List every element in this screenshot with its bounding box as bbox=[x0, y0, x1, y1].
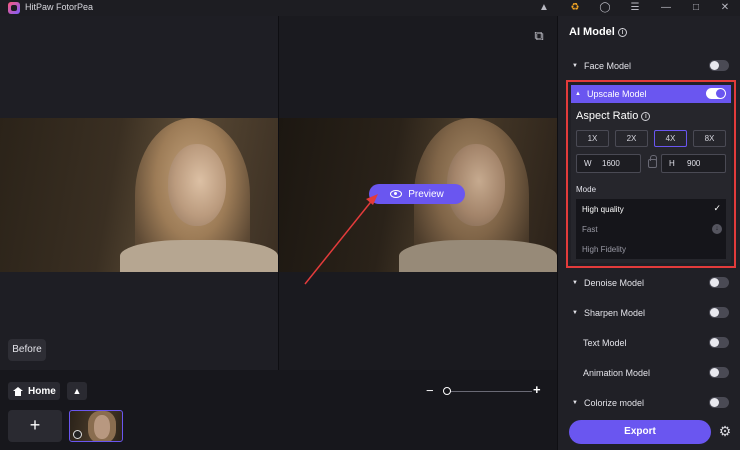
crop-icon[interactable]: ⧉ bbox=[531, 28, 547, 44]
menu-icon[interactable]: ☰ bbox=[626, 1, 644, 15]
mode-fast-label: Fast bbox=[582, 224, 598, 234]
animation-model-row[interactable]: Animation Model bbox=[558, 363, 740, 383]
upscale-settings: Aspect Ratio i 1X 2X 4X 8X W 1600 H 900 M… bbox=[571, 103, 731, 263]
maximize-icon[interactable]: □ bbox=[687, 1, 705, 15]
ratio-1x-button[interactable]: 1X bbox=[576, 130, 609, 147]
zoom-out-button[interactable]: − bbox=[426, 384, 434, 397]
before-button[interactable]: Before bbox=[8, 339, 46, 361]
colorize-model-row[interactable]: ▼ Colorize model bbox=[558, 393, 740, 413]
ai-model-panel: AI Model i ▼ Face Model ▲ Upscale Model A… bbox=[557, 16, 740, 450]
face-model-toggle[interactable] bbox=[709, 60, 729, 71]
ratio-8x-button[interactable]: 8X bbox=[693, 130, 726, 147]
colorize-model-toggle[interactable] bbox=[709, 397, 729, 408]
caret-down-icon: ▼ bbox=[572, 310, 578, 316]
home-label: Home bbox=[28, 385, 56, 397]
width-field[interactable]: W 1600 bbox=[576, 154, 641, 173]
discord-icon[interactable]: ▲ bbox=[535, 1, 553, 15]
face-model-row[interactable]: ▼ Face Model bbox=[558, 56, 740, 76]
account-icon[interactable]: ◯ bbox=[596, 1, 614, 15]
close-icon[interactable]: ✕ bbox=[716, 1, 734, 15]
gear-icon[interactable]: ⚙ bbox=[718, 424, 732, 438]
face-model-label: Face Model bbox=[584, 61, 632, 71]
home-button[interactable]: Home bbox=[8, 382, 60, 400]
original-image bbox=[0, 118, 278, 272]
add-image-button[interactable]: + bbox=[8, 410, 62, 442]
text-model-label: Text Model bbox=[583, 338, 627, 348]
collapse-up-button[interactable]: ▲ bbox=[67, 382, 87, 400]
info-icon[interactable]: i bbox=[641, 112, 651, 121]
export-button[interactable]: Export bbox=[569, 420, 711, 444]
preview-label: Preview bbox=[408, 188, 444, 200]
denoise-model-row[interactable]: ▼ Denoise Model bbox=[558, 273, 740, 293]
app-logo bbox=[8, 2, 20, 14]
height-key: H bbox=[669, 159, 675, 168]
zoom-slider-handle[interactable] bbox=[443, 387, 451, 395]
aspect-ratio-title: Aspect Ratio i bbox=[576, 110, 651, 122]
colorize-model-label: Colorize model bbox=[584, 398, 645, 408]
bottom-bar: Home ▲ + − + bbox=[0, 370, 557, 450]
upscale-model-label: Upscale Model bbox=[587, 89, 647, 99]
upscale-model-toggle[interactable] bbox=[706, 88, 726, 99]
sharpen-model-row[interactable]: ▼ Sharpen Model bbox=[558, 303, 740, 323]
image-thumbnail[interactable] bbox=[69, 410, 123, 442]
mode-label: Mode bbox=[576, 185, 597, 194]
title-bar: HitPaw FotorPea ▲ ♻ ◯ ☰ — □ ✕ bbox=[0, 0, 740, 16]
text-model-toggle[interactable] bbox=[709, 337, 729, 348]
caret-down-icon: ▼ bbox=[572, 280, 578, 286]
width-value: 1600 bbox=[602, 159, 620, 168]
mode-high-fidelity-label: High Fidelity bbox=[582, 244, 627, 254]
text-model-row[interactable]: Text Model bbox=[558, 333, 740, 353]
mode-high-fidelity[interactable]: High Fidelity bbox=[576, 239, 726, 259]
cart-icon[interactable]: ♻ bbox=[566, 1, 584, 15]
sharpen-model-toggle[interactable] bbox=[709, 307, 729, 318]
animation-model-toggle[interactable] bbox=[709, 367, 729, 378]
animation-model-label: Animation Model bbox=[583, 368, 651, 378]
height-value: 900 bbox=[687, 159, 701, 168]
zoom-in-button[interactable]: + bbox=[533, 383, 541, 396]
download-icon[interactable]: ↓ bbox=[712, 224, 722, 234]
home-icon bbox=[13, 386, 23, 396]
mode-fast[interactable]: Fast ↓ bbox=[576, 219, 726, 239]
caret-down-icon: ▼ bbox=[572, 63, 578, 69]
denoise-model-label: Denoise Model bbox=[584, 278, 645, 288]
ratio-4x-button[interactable]: 4X bbox=[654, 130, 687, 147]
caret-up-icon: ▲ bbox=[575, 91, 581, 97]
mode-list: High quality ✓ Fast ↓ High Fidelity bbox=[576, 199, 726, 259]
denoise-model-toggle[interactable] bbox=[709, 277, 729, 288]
upscale-highlight-box: ▲ Upscale Model Aspect Ratio i 1X 2X 4X 8… bbox=[566, 80, 736, 268]
mode-high-quality-label: High quality bbox=[582, 204, 624, 214]
app-title: HitPaw FotorPea bbox=[25, 2, 94, 12]
width-key: W bbox=[584, 159, 592, 168]
sharpen-model-label: Sharpen Model bbox=[584, 308, 646, 318]
checkmark-icon: ✓ bbox=[713, 203, 721, 213]
panel-title: AI Model i bbox=[569, 26, 627, 38]
original-pane bbox=[0, 16, 278, 370]
eye-icon bbox=[390, 190, 403, 198]
upscale-model-header[interactable]: ▲ Upscale Model bbox=[571, 85, 731, 103]
clock-icon bbox=[73, 430, 82, 439]
panel-title-text: AI Model bbox=[569, 26, 615, 38]
info-icon[interactable]: i bbox=[617, 28, 627, 37]
zoom-slider-track[interactable] bbox=[444, 391, 532, 392]
image-canvas bbox=[0, 16, 557, 370]
height-field[interactable]: H 900 bbox=[661, 154, 726, 173]
mode-high-quality[interactable]: High quality ✓ bbox=[576, 199, 726, 219]
minimize-icon[interactable]: — bbox=[657, 1, 675, 15]
aspect-ratio-text: Aspect Ratio bbox=[576, 110, 639, 122]
caret-down-icon: ▼ bbox=[572, 400, 578, 406]
preview-button[interactable]: Preview bbox=[369, 184, 465, 204]
ratio-2x-button[interactable]: 2X bbox=[615, 130, 648, 147]
lock-icon[interactable] bbox=[648, 155, 657, 168]
